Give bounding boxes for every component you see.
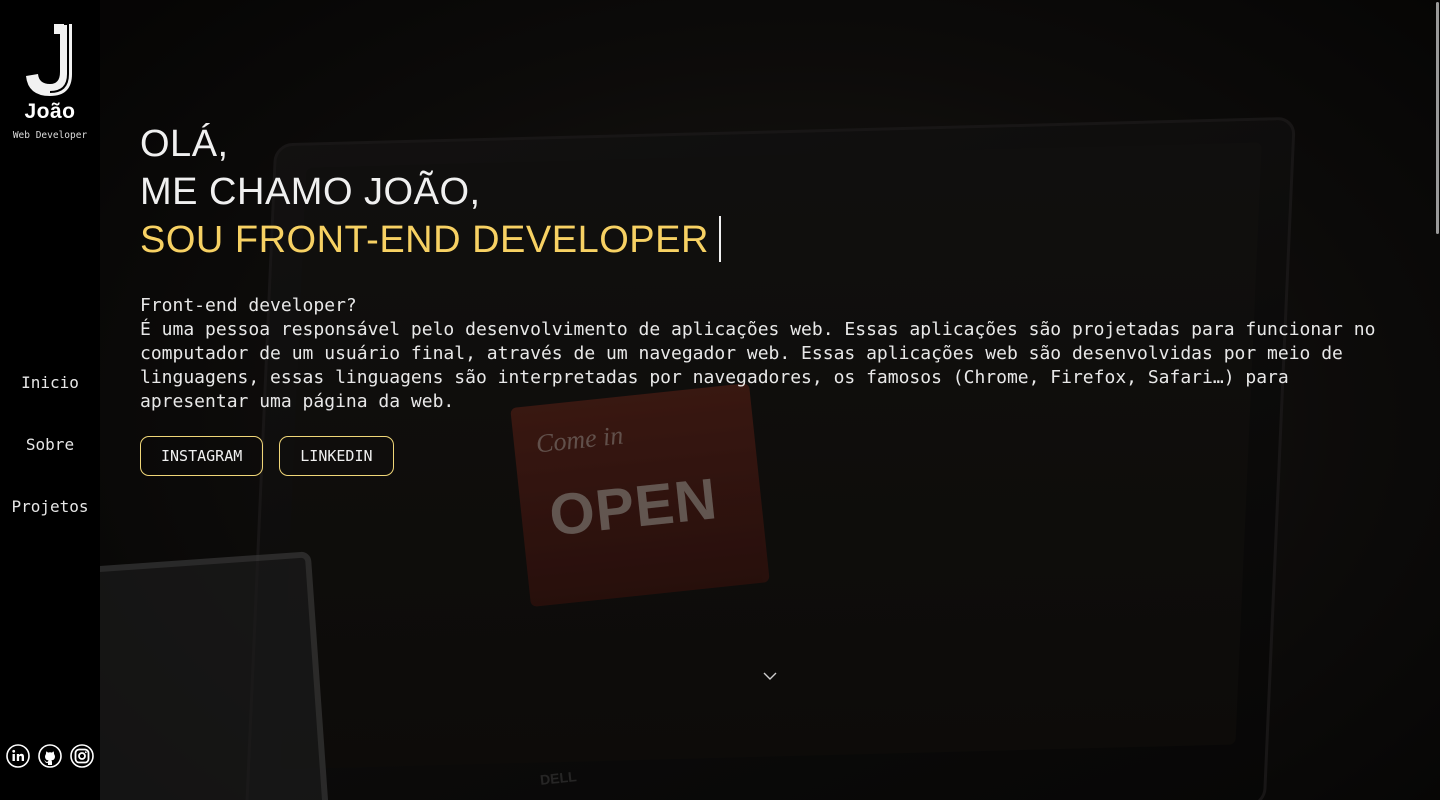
- linkedin-icon[interactable]: [6, 744, 30, 768]
- logo-j-icon: [26, 23, 72, 96]
- instagram-button[interactable]: INSTAGRAM: [140, 436, 264, 476]
- social-links: [0, 744, 100, 768]
- brand-name: João: [24, 100, 76, 123]
- github-icon[interactable]: [38, 744, 62, 768]
- headline-line-2: ME CHAMO JOÃO,: [140, 171, 481, 213]
- headline-line-1: OLÁ,: [140, 123, 229, 165]
- nav-item-sobre[interactable]: Sobre: [0, 430, 100, 460]
- nav-item-projetos[interactable]: Projetos: [0, 492, 100, 522]
- chevron-down-icon[interactable]: [762, 670, 778, 682]
- hero-description: É uma pessoa responsável pelo desenvolvi…: [140, 319, 1376, 412]
- scrollbar-thumb[interactable]: [1436, 2, 1439, 234]
- headline-line-3: SOU FRONT-END DEVELOPER: [140, 219, 709, 261]
- nav-item-inicio[interactable]: Inicio: [0, 368, 100, 398]
- instagram-icon[interactable]: [70, 744, 94, 768]
- hero-buttons: INSTAGRAM LINKEDIN: [140, 436, 1380, 476]
- page-scrollbar[interactable]: [1434, 0, 1440, 800]
- linkedin-button[interactable]: LINKEDIN: [279, 436, 394, 476]
- brand-role: Web Developer: [12, 130, 88, 141]
- hero-content: OLÁ, ME CHAMO JOÃO, SOU FRONT-END DEVELO…: [140, 120, 1380, 476]
- main-nav: Inicio Sobre Projetos: [0, 368, 100, 554]
- logo[interactable]: João Web Developer: [0, 20, 100, 141]
- sidebar: João Web Developer Inicio Sobre Projetos: [0, 0, 100, 800]
- typing-cursor: [718, 216, 721, 262]
- hero-headline: OLÁ, ME CHAMO JOÃO, SOU FRONT-END DEVELO…: [140, 120, 1380, 264]
- hero-question: Front-end developer?: [140, 295, 357, 316]
